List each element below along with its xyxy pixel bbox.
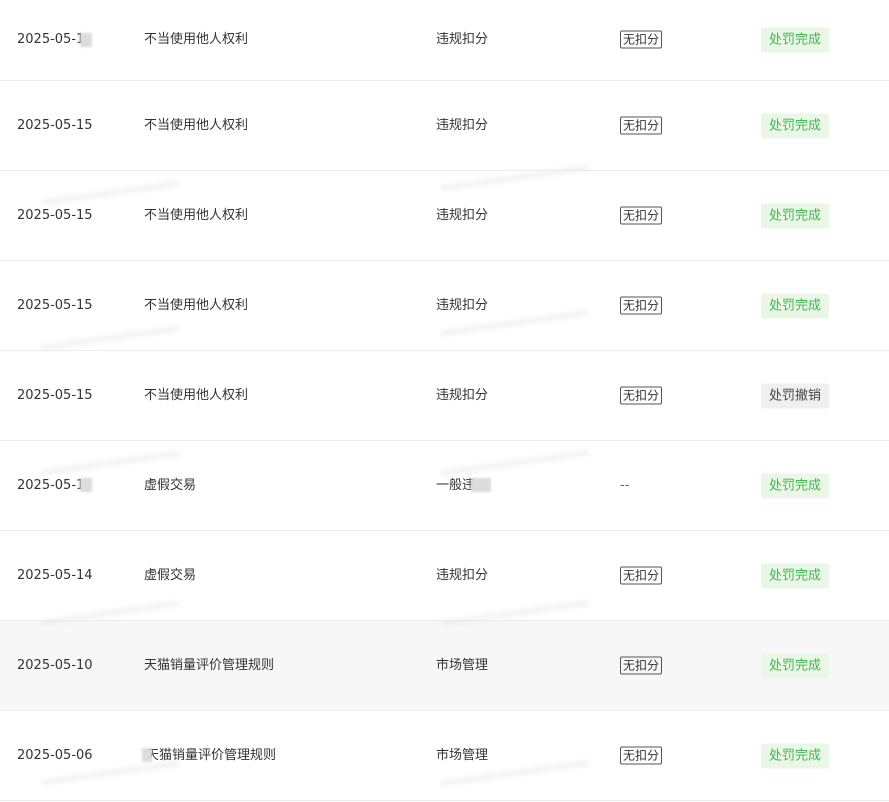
penalty-date: 2025-05-14 [17,567,93,583]
table-row: 2025-05-1 虚假交易 一般违 -- 处罚完成 [0,441,889,531]
penalty-type: 市场管理 [436,747,489,763]
deduction-tag: 无扣分 [620,566,663,585]
penalty-reason: 不当使用他人权利 [144,117,249,133]
penalty-date: 2025-05-15 [17,117,93,133]
penalty-type: 一般违 [436,477,492,495]
table-row: 2025-05-10 天猫销量评价管理规则 市场管理 无扣分 处罚完成 [0,621,889,711]
status-badge: 处罚完成 [761,293,830,318]
penalty-reason: 不当使用他人权利 [144,207,249,223]
penalty-reason: 虚假交易 [144,477,197,493]
penalty-date: 2025-05-15 [17,297,93,313]
penalty-reason: 天猫销量评价管理规则 [144,657,275,673]
penalty-reason: 不当使用他人权利 [144,297,249,313]
deduction-tag: 无扣分 [620,656,663,675]
penalty-reason: 虚假交易 [144,567,197,583]
status-badge: 处罚完成 [761,473,830,498]
penalty-date: 2025-05-06 [17,747,93,763]
status-badge: 处罚完成 [761,563,830,588]
penalty-record-table: 2025-05-1 不当使用他人权利 违规扣分 无扣分 处罚完成 2025-05… [0,0,889,802]
penalty-reason: 不当使用他人权利 [144,32,249,47]
status-badge: 处罚完成 [761,653,830,678]
penalty-type: 违规扣分 [436,567,489,583]
penalty-type: 市场管理 [436,657,489,673]
deduction-tag: 无扣分 [620,30,663,50]
status-badge: 处罚完成 [761,743,830,768]
status-badge: 处罚撤销 [761,383,830,408]
penalty-type: 违规扣分 [436,32,489,47]
status-badge: 处罚完成 [761,27,830,53]
table-row: 2025-05-1 不当使用他人权利 违规扣分 无扣分 处罚完成 [0,0,889,81]
table-row: 2025-05-06 天猫销量评价管理规则 市场管理 无扣分 处罚完成 [0,711,889,801]
status-badge: 处罚完成 [761,113,830,138]
penalty-date: 2025-05-15 [17,387,93,403]
deduction-tag: 无扣分 [620,386,663,405]
deduction-tag: 无扣分 [620,746,663,765]
penalty-type: 违规扣分 [436,297,489,313]
penalty-type: 违规扣分 [436,387,489,403]
deduction-tag: 无扣分 [620,116,663,135]
penalty-date: 2025-05-10 [17,657,93,673]
deduction-empty: -- [620,477,630,493]
table-row: 2025-05-15 不当使用他人权利 违规扣分 无扣分 处罚完成 [0,81,889,171]
status-badge: 处罚完成 [761,203,830,228]
table-row: 2025-05-15 不当使用他人权利 违规扣分 无扣分 处罚撤销 [0,351,889,441]
penalty-type: 违规扣分 [436,117,489,133]
penalty-reason: 不当使用他人权利 [144,387,249,403]
penalty-date: 2025-05-1 [17,31,93,49]
penalty-type: 违规扣分 [436,207,489,223]
penalty-date: 2025-05-1 [17,477,93,495]
deduction-tag: 无扣分 [620,296,663,315]
deduction-tag: 无扣分 [620,206,663,225]
penalty-date: 2025-05-15 [17,207,93,223]
